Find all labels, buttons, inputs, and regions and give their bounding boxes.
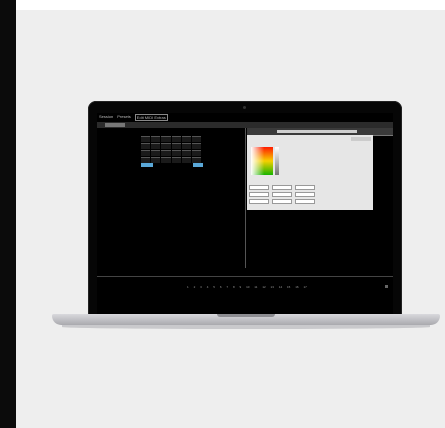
dialog-row (249, 192, 371, 197)
lid-notch (217, 314, 275, 317)
grid-cell[interactable] (161, 143, 171, 149)
field[interactable] (295, 199, 315, 204)
header-tab[interactable] (105, 123, 125, 127)
ruler-tick: 6 (219, 285, 222, 289)
grid-cell[interactable] (181, 136, 191, 142)
grid-cell[interactable] (151, 143, 161, 149)
dialog-row (249, 185, 371, 190)
grid-cell[interactable] (181, 150, 191, 156)
ruler-tick: 9 (239, 285, 242, 289)
brightness-slider[interactable] (275, 147, 279, 175)
laptop-bezel: Session Presets Edit MIDI Extras 1 2 3 4… (88, 101, 402, 317)
field[interactable] (272, 185, 292, 190)
ruler-tick: 7 (226, 285, 229, 289)
grid-cell[interactable] (191, 150, 201, 156)
field[interactable] (272, 199, 292, 204)
left-blue-button[interactable] (141, 163, 153, 167)
dialog-close-area[interactable] (351, 137, 371, 141)
right-panel-tab[interactable] (277, 130, 357, 133)
left-panel (97, 128, 245, 258)
grid-cell[interactable] (141, 143, 151, 149)
color-swatch[interactable] (251, 147, 273, 175)
right-panel (247, 128, 393, 258)
field[interactable] (295, 185, 315, 190)
grid-cell[interactable] (161, 157, 171, 163)
grid-cell[interactable] (171, 136, 181, 142)
grid-cell[interactable] (191, 143, 201, 149)
ruler-tick: 12 (262, 285, 266, 289)
end-marker[interactable] (385, 285, 388, 288)
right-blue-button[interactable] (193, 163, 203, 167)
grid-cell[interactable] (171, 143, 181, 149)
ruler-tick: 13 (270, 285, 274, 289)
menu-session[interactable]: Session (99, 114, 113, 121)
field[interactable] (249, 192, 269, 197)
ruler-tick: 10 (246, 285, 250, 289)
ruler-tick: 15 (287, 285, 291, 289)
base-shadow (62, 325, 430, 329)
ruler-tick: 8 (232, 285, 235, 289)
ruler-tick: 5 (213, 285, 215, 289)
menu-edit-group[interactable]: Edit MIDI Extras (134, 114, 168, 121)
parameter-grid (141, 136, 201, 163)
ruler-tick: 17 (303, 285, 307, 289)
menu-presets[interactable]: Presets (117, 114, 131, 121)
field[interactable] (249, 199, 269, 204)
dialog-row (249, 199, 371, 204)
ruler-tick: 2 (193, 285, 196, 289)
ruler-tick: 3 (200, 285, 202, 289)
laptop-base (52, 314, 440, 325)
bottom-rule (97, 276, 393, 277)
left-dark-bar (0, 0, 16, 428)
grid-cell[interactable] (151, 150, 161, 156)
ruler-tick: 4 (206, 285, 209, 289)
laptop: Session Presets Edit MIDI Extras 1 2 3 4… (52, 101, 440, 331)
grid-cell[interactable] (141, 136, 151, 142)
grid-cell[interactable] (161, 136, 171, 142)
grid-cell[interactable] (151, 136, 161, 142)
grid-cell[interactable] (141, 150, 151, 156)
field[interactable] (295, 192, 315, 197)
ruler-tick: 16 (295, 285, 299, 289)
ruler-tick: 14 (278, 285, 283, 289)
laptop-screen: Session Presets Edit MIDI Extras 1 2 3 4… (97, 113, 393, 315)
ruler-tick: 1 (187, 285, 189, 289)
grid-cell[interactable] (181, 157, 191, 163)
menubar: Session Presets Edit MIDI Extras (97, 113, 393, 122)
ruler-tick: 11 (254, 285, 258, 289)
camera-icon (243, 106, 246, 109)
grid-cell[interactable] (171, 150, 181, 156)
field[interactable] (249, 185, 269, 190)
bottom-ruler: 1 2 3 4 5 6 7 8 9 10 11 12 13 14 15 16 17 (187, 285, 307, 290)
grid-cell[interactable] (191, 136, 201, 142)
panel-divider[interactable] (245, 128, 246, 268)
grid-cell[interactable] (161, 150, 171, 156)
grid-cell[interactable] (171, 157, 181, 163)
field[interactable] (272, 192, 292, 197)
color-picker-dialog (247, 135, 373, 210)
grid-cell[interactable] (181, 143, 191, 149)
